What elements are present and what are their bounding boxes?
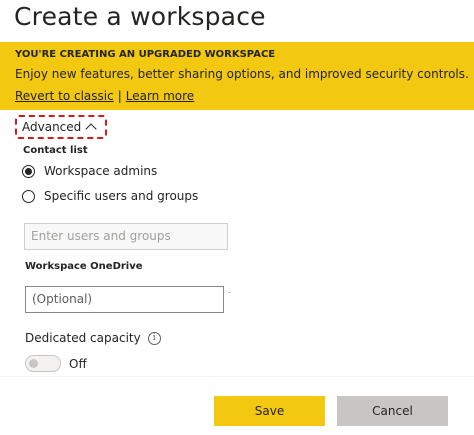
learn-more-link[interactable]: Learn more bbox=[126, 89, 194, 103]
revert-to-classic-link[interactable]: Revert to classic bbox=[15, 89, 114, 103]
advanced-toggle[interactable]: Advanced bbox=[15, 115, 107, 139]
users-groups-input[interactable]: Enter users and groups bbox=[24, 223, 228, 250]
divider bbox=[228, 292, 231, 293]
dedicated-capacity-row: Dedicated capacity i bbox=[25, 331, 161, 345]
radio-workspace-admins[interactable]: Workspace admins bbox=[22, 164, 157, 178]
footer-divider bbox=[0, 376, 474, 377]
onedrive-input[interactable]: (Optional) bbox=[25, 286, 224, 313]
banner-links: Revert to classic | Learn more bbox=[15, 89, 194, 103]
advanced-label: Advanced bbox=[22, 120, 82, 134]
link-separator: | bbox=[117, 89, 122, 103]
dedicated-capacity-label: Dedicated capacity bbox=[25, 331, 141, 345]
banner-heading: YOU'RE CREATING AN UPGRADED WORKSPACE bbox=[15, 49, 276, 60]
toggle-state-label: Off bbox=[69, 356, 87, 371]
radio-checked-icon[interactable] bbox=[22, 164, 35, 178]
onedrive-label: Workspace OneDrive bbox=[25, 261, 143, 272]
banner-text: Enjoy new features, better sharing optio… bbox=[15, 67, 469, 81]
save-button[interactable]: Save bbox=[214, 396, 325, 426]
info-icon[interactable]: i bbox=[147, 331, 161, 345]
capacity-toggle-row: Off bbox=[25, 355, 87, 372]
radio-specific-users[interactable]: Specific users and groups bbox=[22, 189, 198, 203]
capacity-toggle[interactable] bbox=[25, 355, 61, 372]
radio-unchecked-icon[interactable] bbox=[22, 189, 35, 203]
radio-label: Specific users and groups bbox=[44, 189, 199, 203]
radio-label: Workspace admins bbox=[44, 164, 158, 178]
dialog-title: Create a workspace bbox=[14, 2, 266, 31]
contact-list-label: Contact list bbox=[23, 145, 88, 156]
cancel-button[interactable]: Cancel bbox=[337, 396, 448, 426]
chevron-up-icon bbox=[85, 123, 97, 135]
